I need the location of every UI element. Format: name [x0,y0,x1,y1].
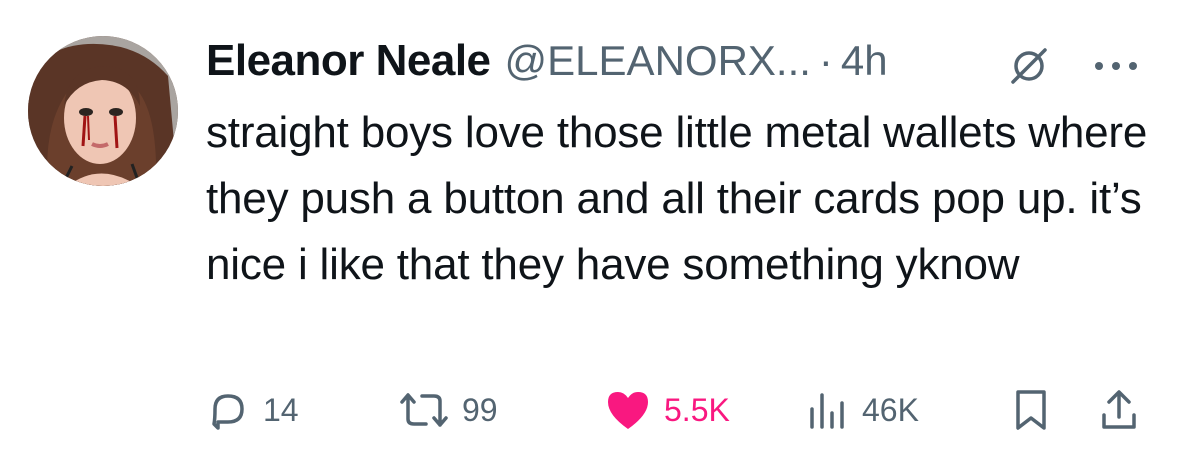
tweet-timestamp[interactable]: 4h [841,37,888,85]
grok-icon[interactable] [1003,40,1055,92]
reply-icon [205,387,251,433]
repost-count: 99 [462,391,498,428]
reply-count: 14 [263,391,299,428]
repost-button[interactable]: 99 [398,380,498,440]
share-button[interactable] [1098,380,1140,440]
views-button[interactable]: 46K [806,380,919,440]
views-icon [806,387,850,433]
bookmark-button[interactable] [1011,380,1051,440]
tweet-header: Eleanor Neale @ELEANORX... · 4h [206,30,888,92]
tweet-card[interactable]: Eleanor Neale @ELEANORX... · 4h straight… [0,0,1179,466]
like-count: 5.5K [664,391,730,428]
tweet-actions: 14 99 5.5K 46K [0,380,1179,440]
heart-icon [604,387,652,433]
avatar[interactable] [28,36,178,186]
reply-button[interactable]: 14 [205,380,299,440]
bookmark-icon [1011,387,1051,433]
tweet-text: straight boys love those little metal wa… [206,108,1148,289]
more-icon[interactable] [1086,40,1146,92]
share-icon [1098,387,1140,433]
separator-dot: · [818,37,833,84]
like-button[interactable]: 5.5K [604,380,730,440]
author-name[interactable]: Eleanor Neale [206,36,491,86]
repost-icon [398,387,450,433]
author-handle[interactable]: @ELEANORX... [505,37,811,85]
avatar-image [28,36,178,186]
views-count: 46K [862,391,919,428]
